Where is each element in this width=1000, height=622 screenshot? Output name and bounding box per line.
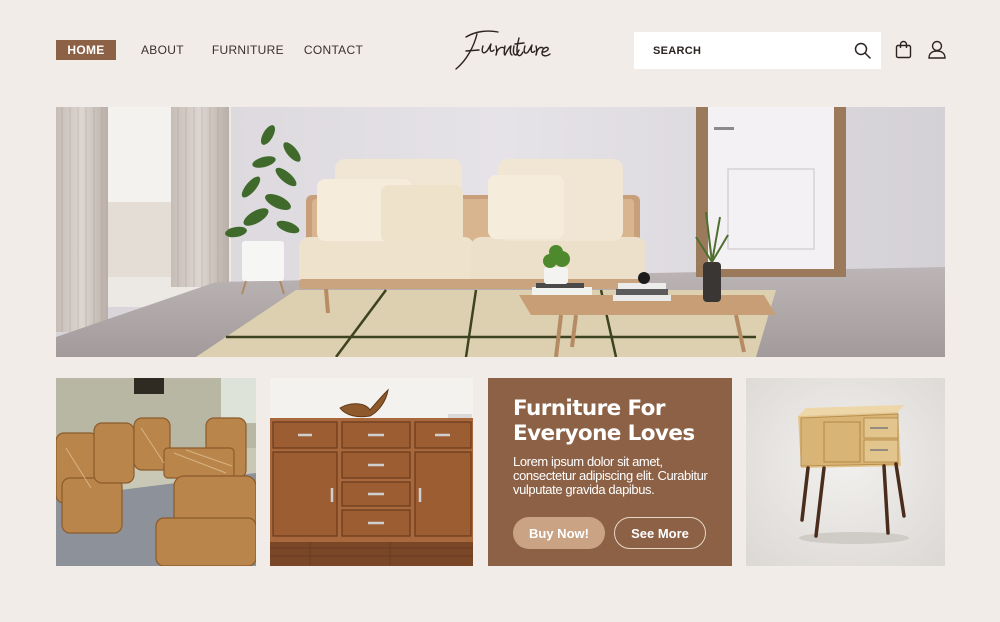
- wooden-sideboard-image: [270, 378, 473, 566]
- side-table-image: [746, 378, 945, 566]
- search-bar: [634, 32, 881, 69]
- promo-description: Lorem ipsum dolor sit amet, consectetur …: [513, 454, 708, 497]
- user-icon[interactable]: [928, 40, 946, 59]
- search-input[interactable]: [653, 44, 843, 57]
- search-icon[interactable]: [854, 42, 871, 59]
- nav-home-link[interactable]: HOME: [56, 40, 116, 60]
- nav-furniture-link[interactable]: FURNITURE: [212, 43, 284, 57]
- nav-about-link[interactable]: ABOUT: [141, 43, 184, 57]
- promo-actions: Buy Now! See More: [513, 517, 706, 549]
- hero-living-room-image: [56, 107, 945, 357]
- nav-contact-link[interactable]: CONTACT: [304, 43, 363, 57]
- promo-card: Furniture For Everyone Loves Lorem ipsum…: [488, 378, 732, 566]
- carved-chairs-image: [56, 378, 256, 566]
- buy-now-button[interactable]: Buy Now!: [513, 517, 605, 549]
- see-more-button[interactable]: See More: [614, 517, 706, 549]
- main-nav: HOME ABOUT FURNITURE CONTACT: [56, 40, 363, 60]
- shopping-bag-icon[interactable]: [895, 40, 912, 59]
- promo-title: Furniture For Everyone Loves: [513, 396, 695, 446]
- brand-logo[interactable]: [452, 22, 556, 72]
